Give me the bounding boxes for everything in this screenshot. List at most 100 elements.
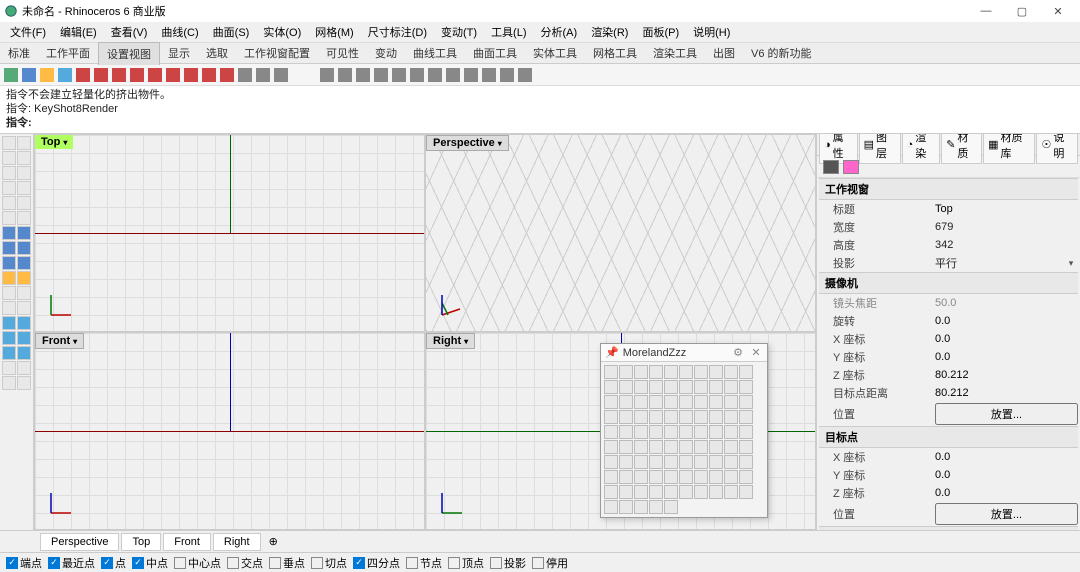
tab-display[interactable]: 显示 xyxy=(160,42,198,64)
toolbar-icon[interactable] xyxy=(739,410,753,424)
menu-mesh[interactable]: 网格(M) xyxy=(309,22,360,42)
osnap-perp[interactable]: 垂点 xyxy=(269,555,305,571)
toolbar-icon[interactable] xyxy=(679,470,693,484)
tool-icon[interactable] xyxy=(17,361,31,375)
tab-setview[interactable]: 设置视图 xyxy=(98,42,160,65)
toolbar-icon[interactable] xyxy=(649,485,663,499)
command-prompt[interactable]: 指令: xyxy=(6,116,1074,130)
tb-icon[interactable] xyxy=(76,68,90,82)
toolbar-icon[interactable] xyxy=(604,395,618,409)
tool-icon[interactable] xyxy=(2,181,16,195)
osnap-quad[interactable]: ✓四分点 xyxy=(353,555,400,571)
tool-icon[interactable] xyxy=(17,151,31,165)
toolbar-icon[interactable] xyxy=(739,365,753,379)
tool-icon[interactable] xyxy=(17,226,31,240)
toolbar-icon[interactable] xyxy=(664,365,678,379)
material-mode-icon[interactable] xyxy=(843,160,859,174)
pin-icon[interactable]: 📌 xyxy=(605,346,619,359)
prop-ty-input[interactable] xyxy=(935,469,1078,481)
toolbar-icon[interactable] xyxy=(709,410,723,424)
toolbar-icon[interactable] xyxy=(649,395,663,409)
toolbar-icon[interactable] xyxy=(649,455,663,469)
menu-help[interactable]: 说明(H) xyxy=(687,22,736,42)
prop-z-input[interactable] xyxy=(935,369,1078,381)
tool-icon[interactable] xyxy=(17,196,31,210)
toolbar-icon[interactable] xyxy=(694,365,708,379)
floating-toolbar[interactable]: 📌 MorelandZzz ⚙ ✕ /* filled below after … xyxy=(600,343,768,518)
tool-icon[interactable] xyxy=(2,196,16,210)
bottom-tab-right[interactable]: Right xyxy=(213,533,261,551)
tab-standard[interactable]: 标准 xyxy=(0,42,38,64)
toolbar-icon[interactable] xyxy=(649,365,663,379)
toolbar-icon[interactable] xyxy=(634,470,648,484)
floating-titlebar[interactable]: 📌 MorelandZzz ⚙ ✕ xyxy=(601,344,767,362)
toolbar-icon[interactable] xyxy=(739,470,753,484)
toolbar-icon[interactable] xyxy=(634,500,648,514)
tb-icon[interactable] xyxy=(446,68,460,82)
toolbar-icon[interactable] xyxy=(709,395,723,409)
tb-icon[interactable] xyxy=(482,68,496,82)
toolbar-icon[interactable] xyxy=(604,365,618,379)
tool-icon[interactable] xyxy=(2,331,16,345)
chevron-down-icon[interactable]: ▾ xyxy=(63,138,67,147)
place-camera-button[interactable]: 放置... xyxy=(935,403,1078,425)
toolbar-icon[interactable] xyxy=(739,380,753,394)
toolbar-icon[interactable] xyxy=(724,425,738,439)
toolbar-icon[interactable] xyxy=(664,455,678,469)
toolbar-icon[interactable] xyxy=(604,485,618,499)
tb-icon[interactable] xyxy=(4,68,18,82)
tab-solid-tools[interactable]: 实体工具 xyxy=(525,42,585,64)
toolbar-icon[interactable] xyxy=(634,425,648,439)
toolbar-icon[interactable] xyxy=(664,395,678,409)
tb-icon[interactable] xyxy=(518,68,532,82)
toolbar-icon[interactable] xyxy=(604,425,618,439)
toolbar-icon[interactable] xyxy=(634,440,648,454)
tab-render-tools[interactable]: 渲染工具 xyxy=(645,42,705,64)
toolbar-icon[interactable] xyxy=(664,410,678,424)
close-button[interactable]: ✕ xyxy=(1040,0,1076,22)
toolbar-icon[interactable] xyxy=(619,455,633,469)
menu-curve[interactable]: 曲线(C) xyxy=(155,22,204,42)
tool-icon[interactable] xyxy=(2,271,16,285)
tool-icon[interactable] xyxy=(17,301,31,315)
toolbar-icon[interactable] xyxy=(694,380,708,394)
tool-icon[interactable] xyxy=(17,316,31,330)
toolbar-icon[interactable] xyxy=(604,440,618,454)
toolbar-icon[interactable] xyxy=(709,455,723,469)
tab-new-in-v6[interactable]: V6 的新功能 xyxy=(743,42,820,64)
menu-dimension[interactable]: 尺寸标注(D) xyxy=(362,22,433,42)
bottom-tab-perspective[interactable]: Perspective xyxy=(40,533,119,551)
toolbar-icon[interactable] xyxy=(634,365,648,379)
toolbar-icon[interactable] xyxy=(664,500,678,514)
menu-surface[interactable]: 曲面(S) xyxy=(207,22,256,42)
menu-panels[interactable]: 面板(P) xyxy=(636,22,685,42)
toolbar-icon[interactable] xyxy=(724,440,738,454)
tb-icon[interactable] xyxy=(392,68,406,82)
tab-visibility[interactable]: 可见性 xyxy=(318,42,367,64)
tab-mesh-tools[interactable]: 网格工具 xyxy=(585,42,645,64)
menu-transform[interactable]: 变动(T) xyxy=(435,22,483,42)
toolbar-icon[interactable] xyxy=(724,410,738,424)
tab-transform[interactable]: 变动 xyxy=(367,42,405,64)
toolbar-icon[interactable] xyxy=(649,500,663,514)
menu-view[interactable]: 查看(V) xyxy=(105,22,154,42)
tool-icon[interactable] xyxy=(2,241,16,255)
tool-icon[interactable] xyxy=(2,316,16,330)
toolbar-icon[interactable] xyxy=(649,440,663,454)
toolbar-icon[interactable] xyxy=(634,485,648,499)
chevron-down-icon[interactable]: ▾ xyxy=(498,139,502,148)
toolbar-icon[interactable] xyxy=(709,470,723,484)
tool-icon[interactable] xyxy=(2,286,16,300)
toolbar-icon[interactable] xyxy=(649,410,663,424)
add-view-tab[interactable]: ⊕ xyxy=(263,535,284,548)
tb-icon[interactable] xyxy=(184,68,198,82)
tool-icon[interactable] xyxy=(17,241,31,255)
viewport-label-front[interactable]: Front▾ xyxy=(35,333,84,349)
tb-icon[interactable] xyxy=(58,68,72,82)
tool-icon[interactable] xyxy=(17,211,31,225)
toolbar-icon[interactable] xyxy=(679,455,693,469)
toolbar-icon[interactable] xyxy=(664,380,678,394)
tb-icon[interactable] xyxy=(22,68,36,82)
toolbar-icon[interactable] xyxy=(709,425,723,439)
osnap-near[interactable]: ✓最近点 xyxy=(48,555,95,571)
